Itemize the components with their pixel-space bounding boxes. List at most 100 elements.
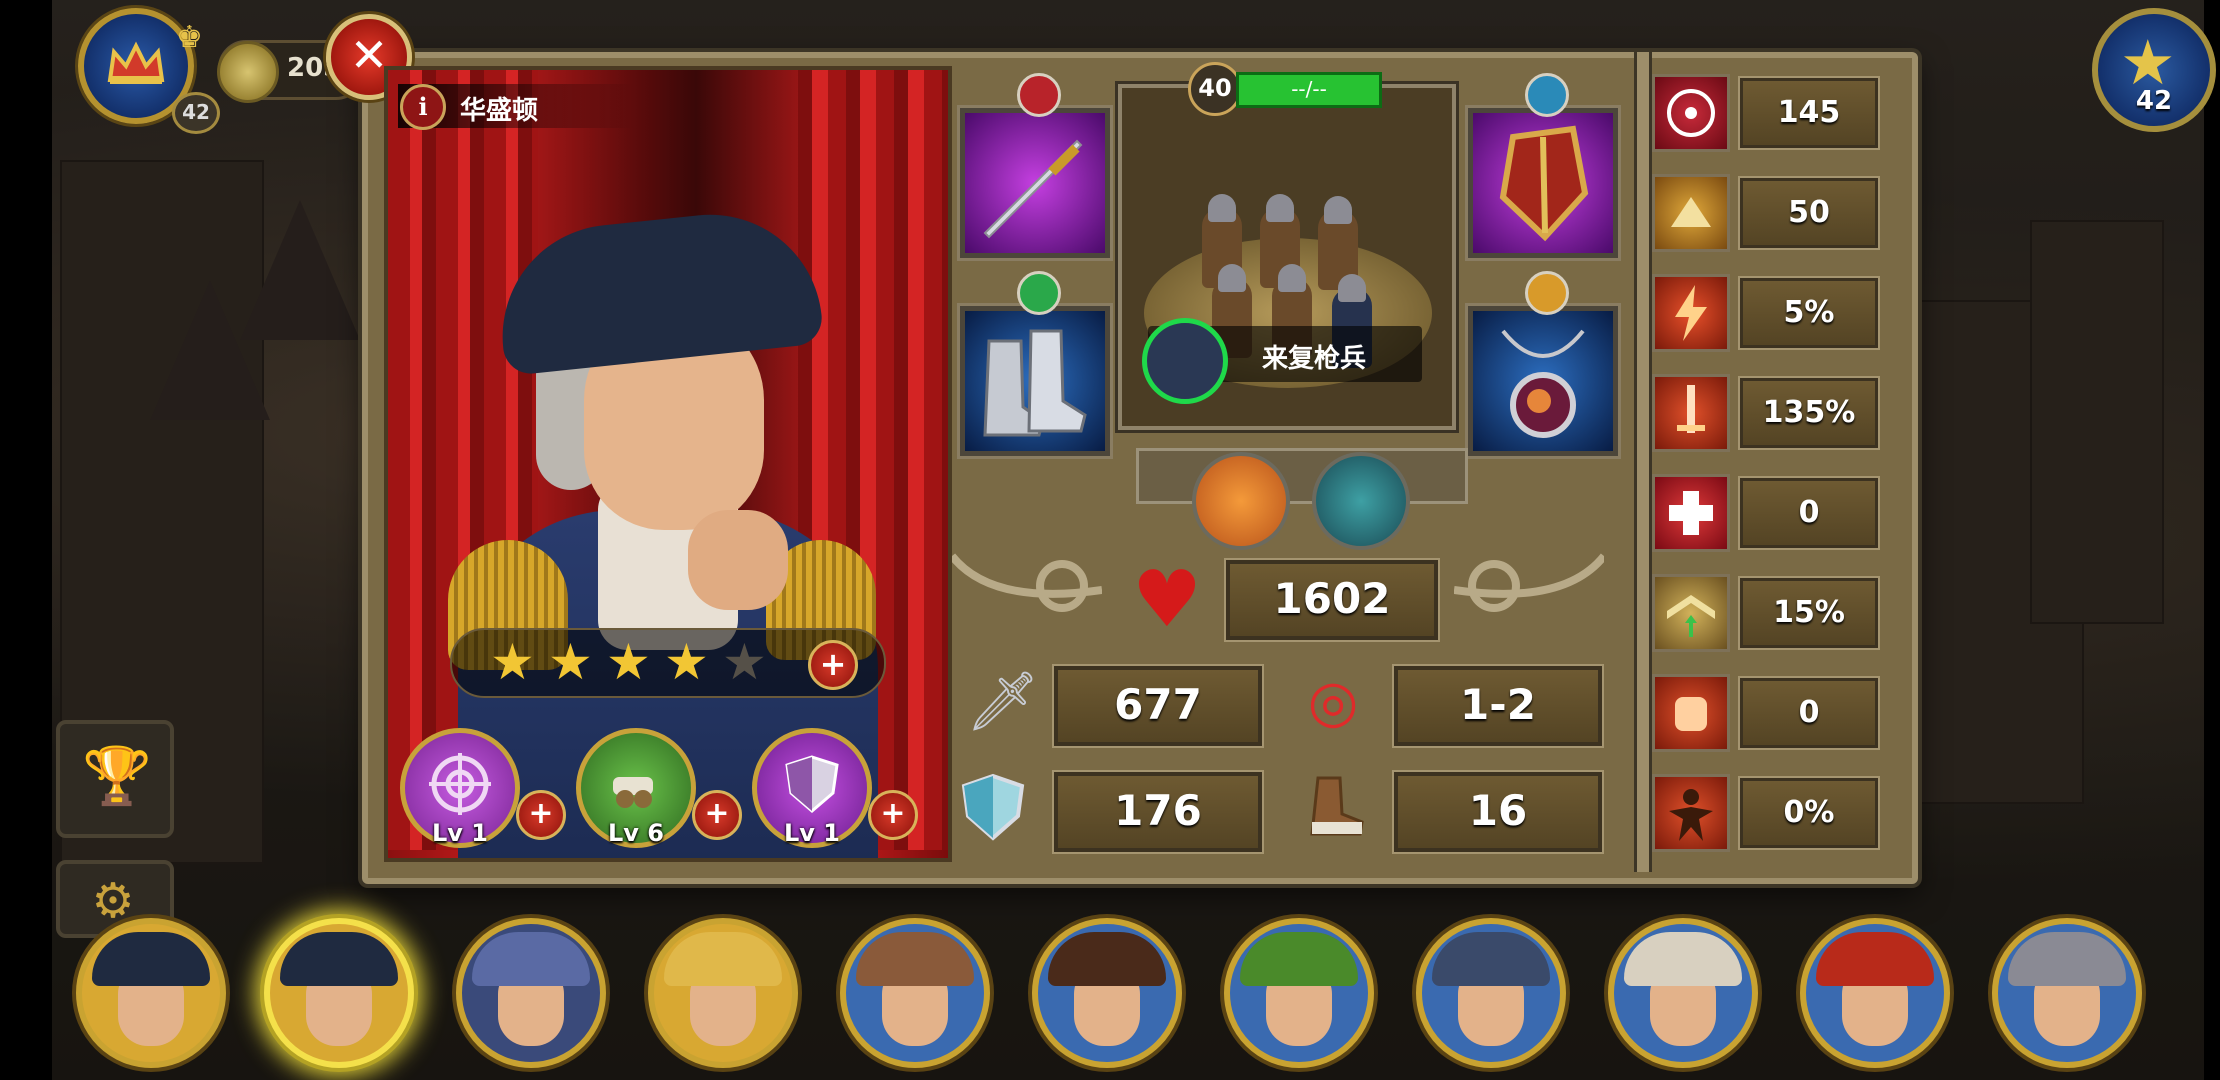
dodge-icon — [1652, 174, 1730, 252]
hero-avatar-napoleon[interactable] — [76, 918, 226, 1068]
skill-2[interactable]: Lv 6 — [576, 728, 696, 848]
troop-exp-bar: --/-- — [1236, 72, 1382, 108]
shield-icon — [785, 755, 839, 813]
attr-value: 0% — [1740, 778, 1878, 848]
heart-icon: ♥ — [1132, 555, 1202, 645]
fist-icon — [1652, 674, 1730, 752]
hero-avatar-8[interactable] — [1416, 918, 1566, 1068]
attr-row-crit-damage: 135% — [1652, 372, 1888, 452]
armor-slot[interactable] — [1468, 73, 1618, 258]
player-level: 42 — [172, 92, 220, 134]
cannon-icon — [613, 777, 653, 808]
boots-tab-icon — [1017, 271, 1061, 315]
star-rating: ★ ★ ★ ★ ★ + — [450, 628, 886, 698]
shield-armor-icon — [1499, 125, 1589, 242]
attr-row-crit-chance: 5% — [1652, 272, 1888, 352]
speed-box: 16 — [1394, 772, 1602, 852]
crown-icon — [107, 41, 165, 84]
defense-value: 176 — [1114, 786, 1202, 835]
scroll-ornament — [1454, 553, 1604, 612]
boots-slot[interactable] — [960, 271, 1110, 456]
skill-level: Lv 1 — [432, 819, 488, 847]
attr-value: 5% — [1740, 278, 1878, 348]
star-icon: ★ — [606, 633, 651, 691]
star-icon: ★ — [664, 633, 709, 691]
hero-avatar-3[interactable] — [456, 918, 606, 1068]
hero-avatar-11[interactable] — [1992, 918, 2142, 1068]
rank-level: 42 — [2135, 86, 2173, 116]
speed-value: 16 — [1468, 786, 1528, 835]
skill-1-upgrade-button[interactable]: + — [516, 790, 566, 840]
star-upgrade-button[interactable]: + — [808, 640, 858, 690]
attack-sword-icon: 🗡 — [966, 667, 1040, 735]
speed-boot-icon — [1300, 770, 1370, 840]
troop-name: 来复枪兵 — [1262, 344, 1367, 374]
skill-3-upgrade-button[interactable]: + — [868, 790, 918, 840]
attr-row-rank-bonus: 15% — [1652, 572, 1888, 652]
attr-row-accuracy: 145 — [1652, 72, 1888, 152]
star-icon: ★ — [490, 633, 535, 691]
trophy-icon: 🏆 — [82, 744, 152, 809]
attr-row-heal: 0 — [1652, 472, 1888, 552]
fire-gem-icon[interactable] — [1312, 452, 1410, 550]
range-value: 1-2 — [1460, 680, 1536, 729]
hero-avatar-7[interactable] — [1224, 918, 1374, 1068]
hp-box: 1602 — [1226, 560, 1438, 640]
amulet-slot[interactable] — [1468, 271, 1618, 456]
hp-value: 1602 — [1273, 574, 1391, 623]
skill-3[interactable]: Lv 1 — [752, 728, 872, 848]
star-empty-icon: ★ — [722, 633, 767, 691]
amulet-tab-icon — [1525, 271, 1569, 315]
attr-value: 0 — [1740, 478, 1878, 548]
gold-coin-icon — [217, 41, 279, 103]
range-target-icon: ◎ — [1307, 667, 1359, 735]
scroll-ornament — [952, 553, 1102, 612]
attr-row-power: 0 — [1652, 672, 1888, 752]
troop-exp-text: --/-- — [1291, 77, 1327, 101]
hero-avatar-6[interactable] — [1032, 918, 1182, 1068]
attr-value: 50 — [1740, 178, 1878, 248]
info-icon[interactable]: i — [400, 84, 446, 130]
attr-value: 15% — [1740, 578, 1878, 648]
hero-avatar-9[interactable] — [1608, 918, 1758, 1068]
hero-selector-bar — [52, 880, 2220, 1080]
heal-cross-icon — [1652, 474, 1730, 552]
attr-row-dodge: 50 — [1652, 172, 1888, 252]
weapon-tab-icon — [1017, 73, 1061, 117]
attr-value: 135% — [1740, 378, 1878, 448]
critical-sword-icon — [1652, 374, 1730, 452]
troop-level: 40 — [1188, 62, 1242, 116]
skill-1[interactable]: Lv 1 — [400, 728, 520, 848]
gem-socket-bar — [1136, 448, 1468, 504]
boots-icon — [983, 329, 1087, 437]
sword-icon — [983, 139, 1083, 239]
skill-2-upgrade-button[interactable]: + — [692, 790, 742, 840]
star-icon: ★ — [548, 633, 593, 691]
attr-value: 145 — [1740, 78, 1878, 148]
attr-row-burn: 0% — [1652, 772, 1888, 852]
amulet-icon — [1501, 329, 1585, 438]
hero-avatar-5[interactable] — [840, 918, 990, 1068]
hero-avatar-10[interactable] — [1800, 918, 1950, 1068]
armor-tab-icon — [1525, 73, 1569, 117]
rank-up-icon — [1652, 574, 1730, 652]
target-icon — [429, 753, 491, 815]
trophy-button[interactable]: 🏆 — [56, 720, 174, 838]
troop-avatar[interactable] — [1142, 318, 1228, 404]
hero-name: 华盛顿 — [460, 96, 539, 126]
attr-value: 0 — [1740, 678, 1878, 748]
rank-badge[interactable]: ★ 42 — [2092, 8, 2216, 132]
attack-box: 677 — [1054, 666, 1262, 746]
weapon-slot[interactable] — [960, 73, 1110, 258]
lightning-icon — [1652, 274, 1730, 352]
hero-avatar-4[interactable] — [648, 918, 798, 1068]
vip-crown-icon: ♚ — [176, 20, 203, 55]
crosshair-icon — [1652, 74, 1730, 152]
hero-name-plate: i 华盛顿 — [398, 84, 634, 130]
defense-shield-icon — [958, 772, 1028, 842]
arrow-gem-icon[interactable] — [1192, 452, 1290, 550]
hero-avatar-washington-selected[interactable] — [264, 918, 414, 1068]
range-box: 1-2 — [1394, 666, 1602, 746]
attack-value: 677 — [1114, 680, 1202, 729]
defense-box: 176 — [1054, 772, 1262, 852]
